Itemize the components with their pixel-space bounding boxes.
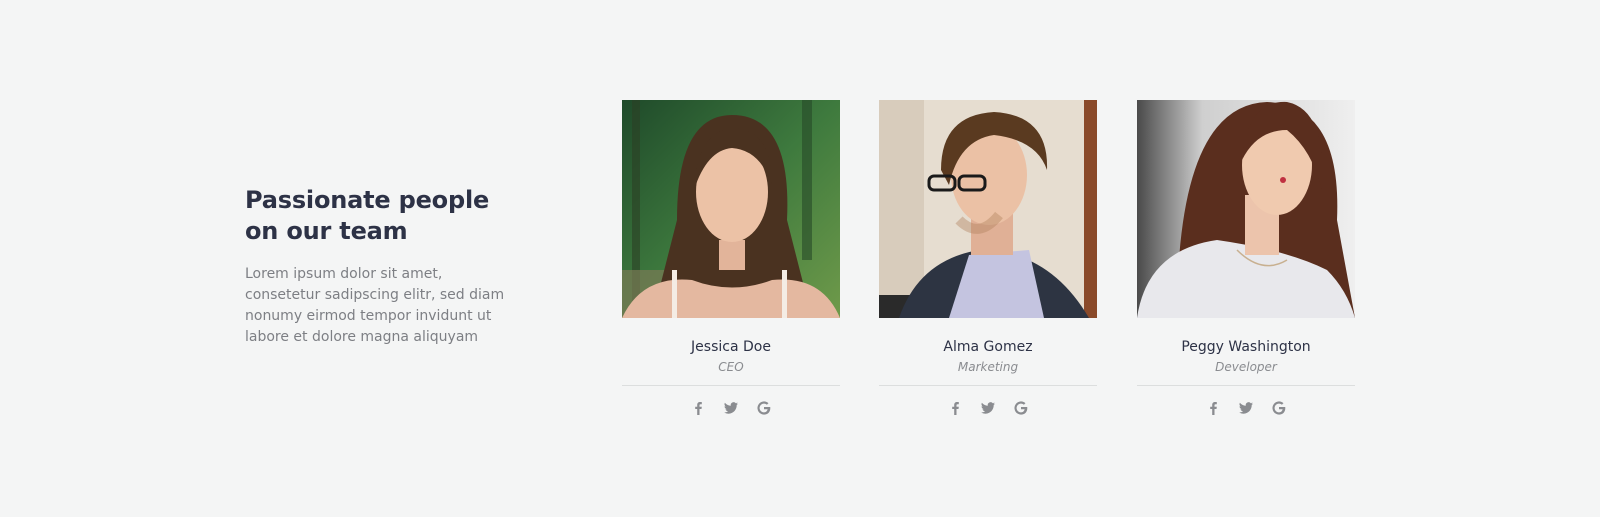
member-photo xyxy=(1137,100,1355,318)
team-card-jessica: Jessica Doe CEO xyxy=(622,100,840,416)
facebook-icon[interactable] xyxy=(1205,400,1221,416)
google-icon[interactable] xyxy=(756,400,772,416)
facebook-icon[interactable] xyxy=(690,400,706,416)
twitter-icon[interactable] xyxy=(1238,400,1254,416)
member-name: Peggy Washington xyxy=(1181,339,1311,355)
member-name: Alma Gomez xyxy=(943,339,1033,355)
member-role: Marketing xyxy=(957,360,1019,374)
team-section: Passionate people on our team Lorem ipsu… xyxy=(0,0,1600,517)
card-divider xyxy=(1137,385,1355,386)
member-photo xyxy=(622,100,840,318)
member-role: CEO xyxy=(718,360,744,374)
team-description: Lorem ipsum dolor sit amet, consetetur s… xyxy=(245,266,505,345)
member-role: Developer xyxy=(1215,360,1277,374)
member-photo xyxy=(879,100,1097,318)
facebook-icon[interactable] xyxy=(947,400,963,416)
google-icon[interactable] xyxy=(1013,400,1029,416)
team-title: Passionate people on our team xyxy=(245,186,490,245)
team-card-peggy: Peggy Washington Developer xyxy=(1137,100,1355,416)
member-name: Jessica Doe xyxy=(691,339,771,355)
social-links xyxy=(622,400,840,416)
twitter-icon[interactable] xyxy=(723,400,739,416)
social-links xyxy=(879,400,1097,416)
team-intro: Passionate people on our team Lorem ipsu… xyxy=(245,185,515,348)
card-divider xyxy=(879,385,1097,386)
google-icon[interactable] xyxy=(1271,400,1287,416)
card-divider xyxy=(622,385,840,386)
twitter-icon[interactable] xyxy=(980,400,996,416)
social-links xyxy=(1137,400,1355,416)
team-card-alma: Alma Gomez Marketing xyxy=(879,100,1097,416)
